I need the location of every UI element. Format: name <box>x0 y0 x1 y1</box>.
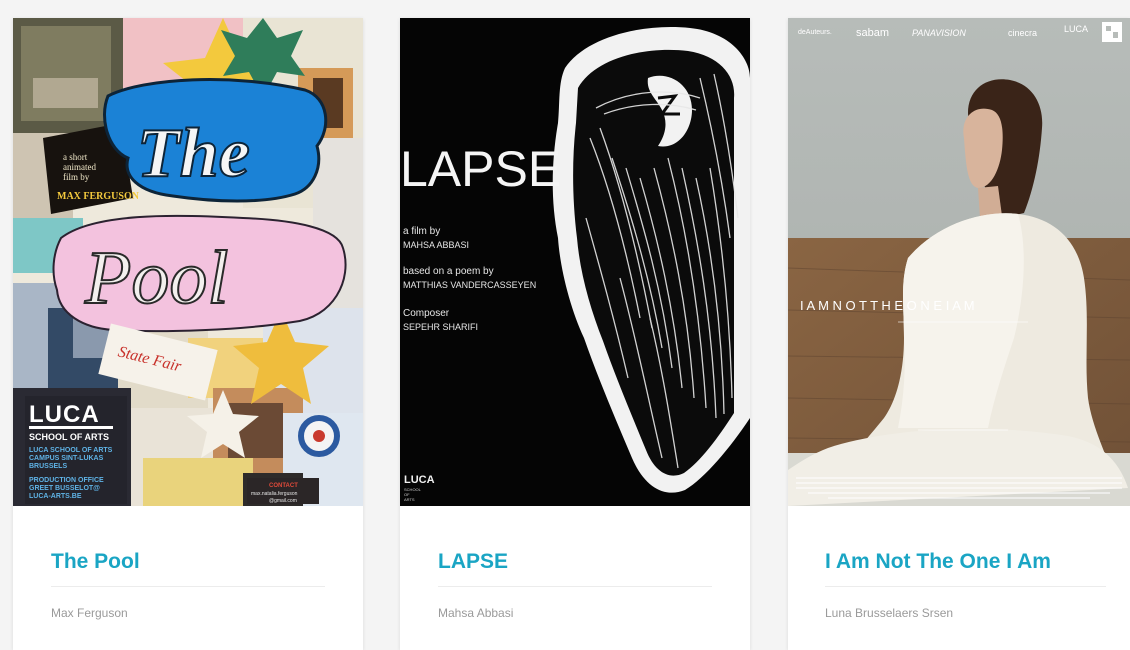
poster-school-sub: SCHOOL OF ARTS <box>29 432 109 442</box>
poster-credit-2: CAMPUS SINT-LUKAS <box>29 455 104 462</box>
film-card-lapse[interactable]: LAPSE a film by MAHSA ABBASI based on a … <box>400 18 750 650</box>
poster-director: MAX FERGUSON <box>57 191 140 202</box>
poster-sponsor-5: LUCA <box>1064 24 1088 34</box>
film-title[interactable]: I Am Not The One I Am <box>825 548 1106 576</box>
film-author: Max Ferguson <box>51 606 128 620</box>
poster-credit-5: GREET BUSSELOT@ <box>29 485 100 492</box>
poster-sponsor-2: sabam <box>856 27 889 39</box>
poster-sponsor-4: cinecra <box>1008 28 1037 38</box>
poster-line-1: a film by <box>403 226 440 237</box>
poster-tagline-1: a short <box>63 152 88 162</box>
poster-credit-6: LUCA-ARTS.BE <box>29 493 82 500</box>
film-grid: a short animated film by MAX FERGUSON Th… <box>0 0 1130 650</box>
poster-headline: LAPSE <box>400 141 561 197</box>
poster-the-pool[interactable]: a short animated film by MAX FERGUSON Th… <box>13 18 363 506</box>
poster-logo: LUCA <box>404 474 435 486</box>
poster-contact-label: CONTACT <box>269 483 298 489</box>
poster-line-2: MAHSA ABBASI <box>403 240 469 250</box>
poster-sponsor-1: deAuteurs. <box>798 29 832 36</box>
film-title[interactable]: LAPSE <box>438 548 712 576</box>
card-body: LAPSE Mahsa Abbasi <box>438 506 712 621</box>
poster-tagline-2: animated <box>63 162 96 172</box>
film-title[interactable]: The Pool <box>51 548 325 576</box>
poster-school-logo: LUCA <box>29 401 100 428</box>
poster-credit-3: BRUSSELS <box>29 463 67 470</box>
poster-line-6: SEPEHR SHARIFI <box>403 322 478 332</box>
card-divider <box>51 586 325 587</box>
card-body: I Am Not The One I Am Luna Brusselaers S… <box>825 506 1106 621</box>
poster-tagline-3: film by <box>63 172 90 182</box>
poster-contact-domain: @gmail.com <box>269 498 297 504</box>
film-author: Luna Brusselaers Srsen <box>825 606 954 620</box>
poster-i-am-not-the-one-i-am[interactable]: deAuteurs. sabam PANAVISION cinecra LUCA… <box>788 18 1130 506</box>
card-divider <box>825 586 1106 587</box>
card-body: The Pool Max Ferguson <box>51 506 325 621</box>
poster-line-5: Composer <box>403 308 450 319</box>
poster-credit-1: LUCA SCHOOL OF ARTS <box>29 447 113 454</box>
film-card-the-pool[interactable]: a short animated film by MAX FERGUSON Th… <box>13 18 363 650</box>
poster-headline-pool: Pool <box>84 236 229 320</box>
poster-lapse[interactable]: LAPSE a film by MAHSA ABBASI based on a … <box>400 18 750 506</box>
poster-sponsor-3: PANAVISION <box>912 28 966 38</box>
poster-line-3: based on a poem by <box>403 266 494 277</box>
poster-headline-the: The <box>137 115 250 192</box>
poster-contact-name: max.natalia.ferguson <box>251 491 298 497</box>
poster-line-4: MATTHIAS VANDERCASSEYEN <box>403 280 536 290</box>
film-author: Mahsa Abbasi <box>438 606 514 620</box>
poster-headline: I A M N O T T H E O N E I A M <box>800 298 975 313</box>
film-card-i-am-not-the-one-i-am[interactable]: deAuteurs. sabam PANAVISION cinecra LUCA… <box>788 18 1130 650</box>
card-divider <box>438 586 712 587</box>
poster-logo-sub-3: ARTS <box>404 497 415 502</box>
poster-credit-4: PRODUCTION OFFICE <box>29 477 104 484</box>
